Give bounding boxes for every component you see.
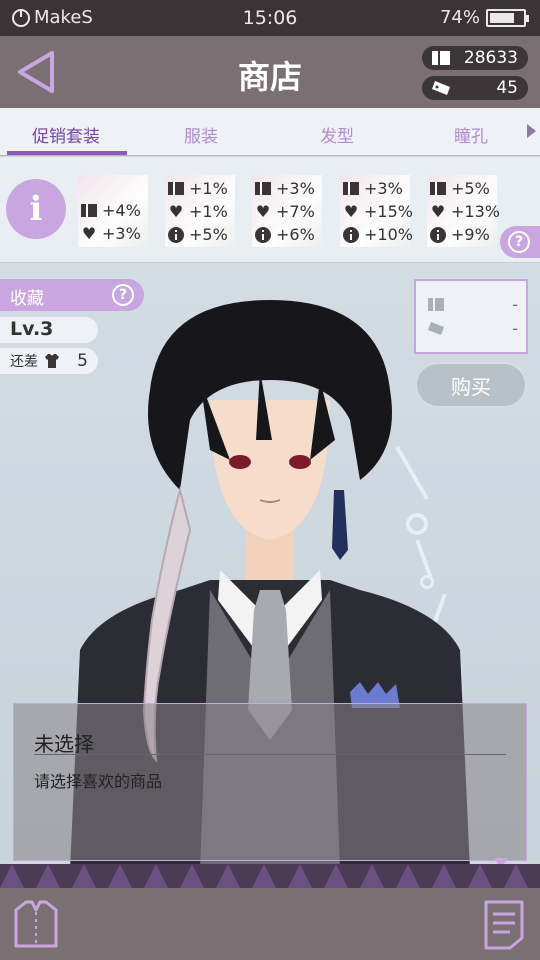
ticket-balance-value: 45 <box>496 78 518 98</box>
info-icon <box>342 226 360 243</box>
wardrobe-shirt-icon[interactable] <box>12 898 60 950</box>
tab-clothing[interactable]: 服装 <box>184 122 218 147</box>
heart-icon: ♥ <box>343 202 359 221</box>
info-icon <box>167 226 185 243</box>
collection-badge[interactable]: 收藏 ? <box>0 279 144 311</box>
card-icon <box>429 181 447 197</box>
bonus-card-3[interactable]: +3% ♥ +7% +6% <box>252 175 322 247</box>
set-bonus-row: i +4% ♥ +3% +1% ♥ +1% +5% +3% ♥ +7% +6% +3… <box>0 157 540 263</box>
tab-pupils[interactable]: 瞳孔 <box>454 122 488 147</box>
bonus-line: +9% <box>429 225 490 244</box>
heart-icon: ♥ <box>430 202 446 221</box>
list-menu-icon[interactable] <box>482 898 526 950</box>
tab-hairstyle[interactable]: 发型 <box>320 122 354 147</box>
bottom-bar <box>0 888 540 960</box>
currency-card-balance: 28633 <box>422 46 528 70</box>
currency-ticket-balance: 45 <box>422 76 528 100</box>
status-bar: MakeS 15:06 74% <box>0 0 540 36</box>
info-icon <box>429 226 447 243</box>
bonus-line: ♥ +13% <box>430 202 500 221</box>
bonus-help-button[interactable]: ? <box>500 226 540 258</box>
bonus-line: +6% <box>254 225 315 244</box>
bonus-line: ♥ +3% <box>81 224 141 243</box>
bonus-line: ♥ +7% <box>255 202 315 221</box>
card-icon <box>80 203 98 219</box>
item-hint: 请选择喜欢的商品 <box>34 772 163 791</box>
bonus-card-1[interactable]: +4% ♥ +3% <box>78 175 148 247</box>
bonus-line: +10% <box>342 225 413 244</box>
card-icon <box>432 51 450 65</box>
bonus-line: ♥ +15% <box>343 202 413 221</box>
bonus-line: +3% <box>254 179 315 198</box>
collection-label: 收藏 <box>10 289 44 309</box>
card-icon <box>428 298 444 311</box>
heart-icon: ♥ <box>81 224 97 243</box>
question-icon: ? <box>508 231 530 253</box>
card-icon <box>342 181 360 197</box>
info-icon <box>254 226 272 243</box>
price-card-row: - <box>428 295 518 314</box>
bonus-line: +1% <box>167 179 228 198</box>
category-tabs: 促销套装 服装 发型 瞳孔 <box>0 108 540 156</box>
ticket-icon <box>428 322 444 335</box>
heart-icon: ♥ <box>255 202 271 221</box>
battery: 74% <box>439 7 529 28</box>
price-card-value: - <box>512 295 518 314</box>
bonus-line: +5% <box>167 225 228 244</box>
card-icon <box>167 181 185 197</box>
active-tab-indicator <box>7 151 127 155</box>
collection-remaining: 还差 5 <box>0 348 98 374</box>
bonus-card-4[interactable]: +3% ♥ +15% +10% <box>340 175 413 247</box>
bonus-line: +4% <box>80 201 141 220</box>
card-icon <box>254 181 272 197</box>
bonus-line: +3% <box>342 179 403 198</box>
tabs-scroll-right-icon[interactable] <box>527 124 536 138</box>
heart-icon: ♥ <box>168 202 184 221</box>
battery-icon <box>486 8 529 27</box>
bonus-line: ♥ +1% <box>168 202 228 221</box>
price-ticket-row: - <box>428 319 518 338</box>
shirt-icon <box>45 354 59 368</box>
buy-button[interactable]: 购买 <box>415 362 527 408</box>
tab-promo-sets[interactable]: 促销套装 <box>32 122 100 147</box>
ticket-icon <box>432 81 450 95</box>
bonus-card-2[interactable]: +1% ♥ +1% +5% <box>165 175 235 247</box>
collection-level: Lv.3 <box>0 317 98 343</box>
decorative-strip <box>0 864 540 888</box>
price-box: - - <box>414 279 528 354</box>
remaining-value: 5 <box>77 351 88 371</box>
remaining-label: 还差 <box>10 354 38 370</box>
bonus-line: +5% <box>429 179 490 198</box>
price-ticket-value: - <box>512 319 518 338</box>
header: 商店 28633 45 <box>0 36 540 108</box>
bonus-card-5[interactable]: +5% ♥ +13% +9% <box>427 175 500 247</box>
item-description-panel: 未选择 请选择喜欢的商品 <box>13 703 527 861</box>
item-name: 未选择 <box>34 732 94 756</box>
divider <box>34 754 506 755</box>
question-icon[interactable]: ? <box>112 284 134 306</box>
info-icon[interactable]: i <box>6 179 66 239</box>
battery-percent: 74% <box>439 7 480 28</box>
card-balance-value: 28633 <box>463 48 518 68</box>
